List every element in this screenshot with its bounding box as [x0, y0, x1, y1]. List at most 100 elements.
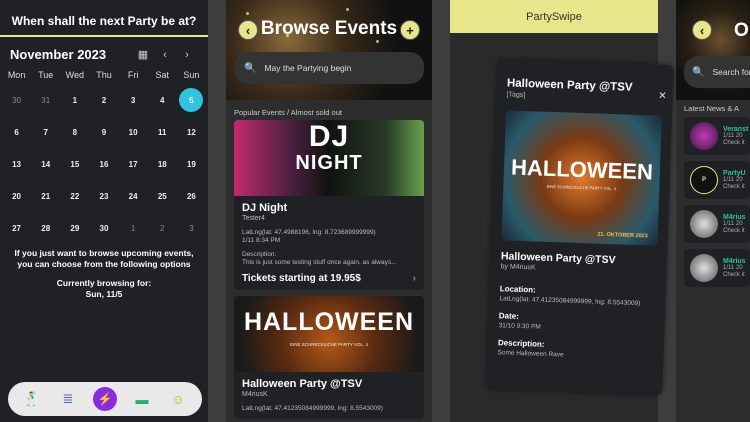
ticket-icon[interactable]: ▬ [131, 388, 153, 410]
news-search-input[interactable]: 🔍 Search for [684, 56, 750, 88]
dance-icon[interactable]: 🕺 [21, 388, 43, 410]
calendar-day[interactable]: 25 [148, 180, 177, 212]
calendar-day[interactable]: 23 [89, 180, 118, 212]
calendar-day-number: 14 [41, 159, 51, 169]
calendar-day-number: 4 [160, 95, 165, 105]
browse-events-screen: ‹ Browse Events + 🔍 May the Partying beg… [226, 0, 432, 422]
weekday-label: Fri [127, 70, 139, 80]
calendar-day[interactable]: 3 [177, 212, 206, 244]
calendar-day[interactable]: 8 [60, 116, 89, 148]
event-host: M4riusK [242, 391, 268, 398]
news-name: PartyU [723, 169, 746, 177]
calendar-day[interactable]: 1 [60, 84, 89, 116]
calendar-day[interactable]: 17 [119, 148, 148, 180]
calendar-day[interactable]: 2 [148, 212, 177, 244]
calendar-day[interactable]: 31 [31, 84, 60, 116]
news-screen: ‹ O 🔍 Search for Latest News & A Veranst… [676, 0, 750, 422]
news-item[interactable]: P PartyU 1/11 20 Check it [684, 161, 750, 199]
back-button[interactable]: ‹ [692, 20, 712, 40]
news-item[interactable]: Veranst 1/11 20 Check it [684, 117, 750, 155]
flash-icon[interactable]: ⚡ [93, 387, 117, 411]
calendar-day[interactable]: 24 [119, 180, 148, 212]
calendar-day[interactable]: 29 [60, 212, 89, 244]
calendar-day[interactable]: 21 [31, 180, 60, 212]
avatar [690, 122, 718, 150]
calendar-day[interactable]: 2 [89, 84, 118, 116]
news-title: O [734, 20, 749, 41]
calendar-day-number: 30 [99, 223, 109, 233]
event-image-text: NIGHT [295, 152, 363, 174]
calendar-day[interactable]: 4 [148, 84, 177, 116]
event-name: DJ Night [242, 202, 288, 214]
add-event-button[interactable]: + [400, 20, 420, 40]
chevron-right-icon[interactable]: › [176, 49, 198, 61]
calendar-day[interactable]: 30 [89, 212, 118, 244]
calendar-day[interactable]: 20 [2, 180, 31, 212]
calendar-day[interactable]: 9 [89, 116, 118, 148]
event-card[interactable]: HALLOWEEN EINE SCHRECKLICHE PARTY VOL. 4… [234, 296, 424, 419]
browsing-value: Sun, 11/5 [85, 289, 123, 299]
calendar-day[interactable]: 5 [177, 84, 206, 116]
calendar-day[interactable]: 1 [119, 212, 148, 244]
swipe-card-image: HALLOWEEN EINE SCHRECKLICHE PARTY VOL. 4… [501, 110, 662, 246]
calendar-day[interactable]: 18 [148, 148, 177, 180]
event-host: Tester4 [242, 215, 265, 222]
calendar-day-number: 3 [130, 95, 136, 105]
calendar-day[interactable]: 13 [2, 148, 31, 180]
event-name: Halloween Party @TSV [242, 378, 363, 390]
calendar-day-number: 22 [70, 191, 80, 201]
calendar-day[interactable]: 7 [31, 116, 60, 148]
calendar-day-number: 20 [12, 191, 22, 201]
search-input[interactable]: 🔍 May the Partying begin [234, 52, 424, 84]
search-icon: 🔍 [692, 66, 705, 78]
chevron-left-icon[interactable]: ‹ [154, 49, 176, 61]
news-date: 1/11 20 [723, 264, 743, 271]
weekday-label: Thu [96, 70, 112, 80]
calendar-day[interactable]: 3 [119, 84, 148, 116]
calendar-day[interactable]: 30 [2, 84, 31, 116]
calendar-day-number: 29 [70, 223, 80, 233]
calendar-day-number: 21 [41, 191, 51, 201]
calendar-day[interactable]: 27 [2, 212, 31, 244]
news-item[interactable]: M4rius 1/11 20 Check it [684, 205, 750, 243]
calendar-day[interactable]: 16 [89, 148, 118, 180]
calendar-day[interactable]: 14 [31, 148, 60, 180]
close-icon[interactable]: ✕ [658, 91, 667, 102]
calendar-day-number: 2 [160, 223, 165, 233]
calendar-day[interactable]: 26 [177, 180, 206, 212]
browse-hero: ‹ Browse Events + 🔍 May the Partying beg… [226, 0, 432, 100]
calendar-day[interactable]: 6 [2, 116, 31, 148]
calendar-day[interactable]: 11 [148, 116, 177, 148]
profile-icon[interactable]: ☺ [167, 388, 189, 410]
calendar-day-number: 12 [186, 127, 196, 137]
calendar-day-number: 8 [72, 127, 78, 137]
calendar-day-number: 9 [101, 127, 107, 137]
event-card[interactable]: DJ NIGHT DJ Night Tester4 LatLng(lat: 47… [234, 120, 424, 290]
calendar-day[interactable]: 15 [60, 148, 89, 180]
search-list-icon[interactable]: ≣ [57, 388, 79, 410]
calendar-day[interactable]: 28 [31, 212, 60, 244]
section-title: Popular Events / Almost sold out [234, 108, 342, 117]
calendar-day[interactable]: 19 [177, 148, 206, 180]
avatar: P [690, 166, 718, 194]
news-item[interactable]: M4rius 1/11 20 Check it [684, 249, 750, 287]
event-desc: This is just some testing stuff once aga… [242, 259, 397, 266]
calendar-day-number: 28 [41, 223, 51, 233]
news-text: Check it [723, 271, 745, 278]
browse-info-text: If you just want to browse upcoming even… [14, 248, 194, 269]
calendar-day-number: 7 [43, 127, 48, 137]
calendar-day[interactable]: 12 [177, 116, 206, 148]
news-hero: ‹ O 🔍 Search for [676, 0, 750, 100]
calendar-icon[interactable]: ▦ [132, 48, 154, 61]
chevron-right-icon[interactable]: › [413, 273, 416, 284]
event-location: LatLng(lat: 47.4988196, lng: 8.723689999… [242, 229, 376, 236]
calendar-day-number: 26 [186, 191, 196, 201]
calendar-day-number: 13 [12, 159, 22, 169]
calendar-day[interactable]: 22 [60, 180, 89, 212]
calendar-day-number: 31 [41, 95, 51, 105]
avatar [690, 210, 718, 238]
swipe-card[interactable]: ✕ Halloween Party @TSV [Tags] HALLOWEEN … [486, 59, 674, 395]
news-text: Check it [723, 139, 745, 146]
status-bar [0, 0, 208, 8]
calendar-day[interactable]: 10 [119, 116, 148, 148]
